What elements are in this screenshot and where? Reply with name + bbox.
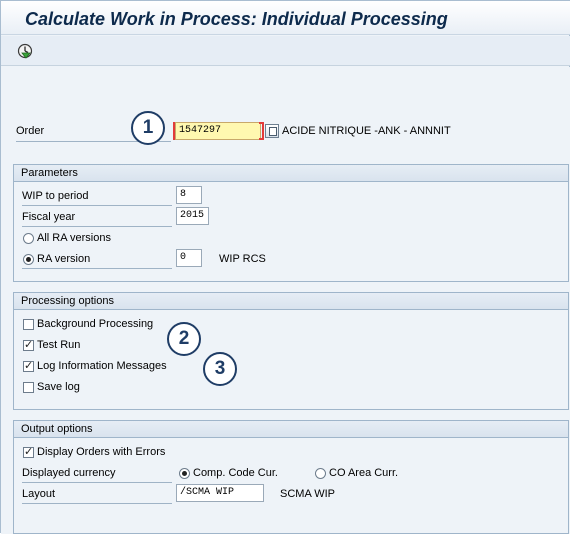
co-area-currency-radio[interactable] (315, 468, 326, 479)
layout-description: SCMA WIP (280, 488, 336, 500)
wip-to-period-underline (22, 205, 172, 206)
wip-to-period-input[interactable]: 8 (176, 186, 202, 204)
comp-code-currency-label: Comp. Code Cur. (193, 467, 278, 479)
ra-version-label: RA version (37, 253, 91, 265)
log-information-label: Log Information Messages (37, 360, 167, 372)
output-options-group: Output options Display Orders with Error… (13, 420, 569, 534)
callout-2: 2 (167, 322, 201, 356)
processing-options-group: Processing options Background Processing… (13, 292, 569, 410)
background-processing-checkbox[interactable] (23, 319, 34, 330)
order-description: ACIDE NITRIQUE -ANK - ANNNIT (282, 125, 451, 137)
focus-bracket-right (259, 122, 264, 140)
fiscal-year-input[interactable]: 2015 (176, 207, 209, 225)
output-options-header: Output options (14, 421, 568, 438)
test-run-label: Test Run (37, 339, 81, 351)
all-ra-versions-label: All RA versions (37, 232, 111, 244)
matchcode-icon[interactable] (265, 124, 279, 138)
page-title: Calculate Work in Process: Individual Pr… (25, 9, 448, 29)
work-area: Order 1547297 ACIDE NITRIQUE -ANK - ANNN… (1, 67, 570, 534)
ra-version-radio[interactable] (23, 254, 34, 265)
layout-input[interactable]: /SCMA WIP (176, 484, 264, 502)
fiscal-year-label: Fiscal year (22, 211, 76, 223)
wip-to-period-label: WIP to period (22, 190, 89, 202)
order-input[interactable]: 1547297 (175, 122, 261, 140)
save-log-label: Save log (37, 381, 80, 393)
displayed-currency-underline (22, 482, 172, 483)
ra-version-underline (22, 268, 172, 269)
test-run-checkbox[interactable] (23, 338, 34, 351)
ra-version-input[interactable]: 0 (176, 249, 202, 267)
application-toolbar (1, 36, 570, 66)
title-bar: Calculate Work in Process: Individual Pr… (1, 1, 570, 35)
fiscal-year-underline (22, 226, 172, 227)
sap-window: Calculate Work in Process: Individual Pr… (0, 0, 570, 534)
log-information-checkbox[interactable] (23, 359, 34, 372)
layout-label: Layout (22, 488, 56, 500)
display-orders-errors-label: Display Orders with Errors (37, 446, 166, 458)
layout-underline (22, 503, 172, 504)
displayed-currency-label: Displayed currency (22, 467, 116, 479)
save-log-checkbox[interactable] (23, 382, 34, 393)
display-orders-errors-checkbox[interactable] (23, 445, 34, 458)
order-label: Order (16, 125, 45, 137)
callout-3: 3 (203, 352, 237, 386)
all-ra-versions-radio[interactable] (23, 233, 34, 244)
processing-options-header: Processing options (14, 293, 568, 310)
callout-1: 1 (131, 111, 165, 145)
ra-version-description: WIP RCS (219, 253, 266, 265)
parameters-group: Parameters WIP to period 8 Fiscal year 2… (13, 164, 569, 282)
background-processing-label: Background Processing (37, 318, 154, 330)
parameters-header: Parameters (14, 165, 568, 182)
co-area-currency-label: CO Area Curr. (329, 467, 399, 479)
comp-code-currency-radio[interactable] (179, 468, 190, 479)
execute-clock-icon[interactable] (17, 43, 33, 59)
